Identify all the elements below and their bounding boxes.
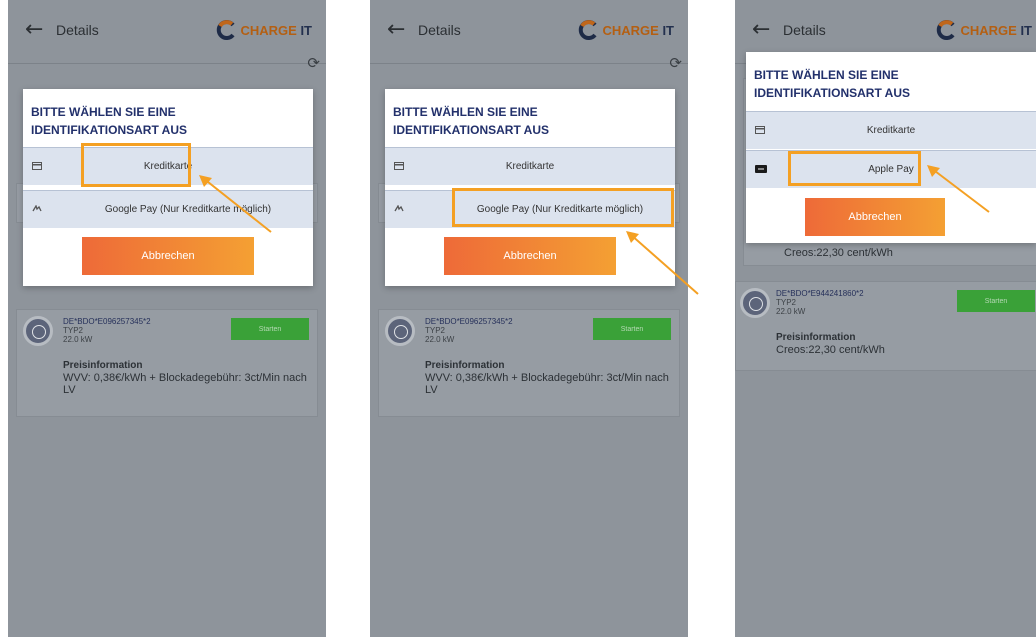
station-card: DE*BDO*E096257345*2 TYP2 22.0 kW Starten… [16,309,318,417]
tutorial-composite: ← Details CHARGE IT ⟳ DE*BDO*E096257345*… [0,0,1036,637]
connector-type: TYP2 [63,326,84,335]
highlight-box [452,188,674,227]
arrow-left-icon[interactable]: ← [387,19,405,41]
google-pay-icon [394,205,404,212]
price-value: Creos:22,30 cent/kWh [784,247,893,259]
price-label: Preisinformation [776,332,856,343]
station-power: 22.0 kW [425,335,455,344]
option-credit-card[interactable]: Kreditkarte [385,147,675,185]
connector-type: TYP2 [425,326,446,335]
refresh-icon[interactable]: ⟳ [669,54,682,72]
price-value: Creos:22,30 cent/kWh [776,344,885,356]
pointer-arrow [199,175,272,233]
logo-text: CHARGE [602,22,659,38]
phone-screen-2: ← Details CHARGE IT ⟳ DE*BDO*E096257345*… [370,0,688,637]
charge-it-logo: CHARGE IT [216,19,312,41]
station-avatar [740,288,770,318]
price-value: WVV: 0,38€/kWh + Blockadegebühr: 3ct/Min… [425,372,669,396]
start-button[interactable]: Starten [957,290,1035,312]
phone-screen-1: ← Details CHARGE IT ⟳ DE*BDO*E096257345*… [8,0,326,637]
station-card: DE*BDO*E096257345*2 TYP2 22.0 kW Starten… [378,309,680,417]
highlight-box [81,143,191,187]
charge-it-logo: CHARGE IT [936,19,1032,41]
charge-it-logo-icon [217,20,236,40]
charge-it-logo-icon [579,20,598,40]
option-credit-card[interactable]: Kreditkarte [746,111,1036,149]
dialog-title: BITTE WÄHLEN SIE EINE IDENTIFIKATIONSART… [393,105,549,137]
price-label: Preisinformation [425,360,505,371]
logo-text: CHARGE [960,22,1017,38]
page-title: Details [418,22,461,38]
charge-it-logo-icon [937,20,956,40]
arrow-left-icon[interactable]: ← [25,19,43,41]
station-avatar [23,316,53,346]
logo-text: CHARGE [240,22,297,38]
connector-type: TYP2 [776,298,797,307]
pointer-arrow [927,165,990,213]
price-label: Preisinformation [63,360,143,371]
station-id: DE*BDO*E096257345*2 [425,317,513,326]
dialog-title: BITTE WÄHLEN SIE EINE IDENTIFIKATIONSART… [754,68,910,100]
station-power: 22.0 kW [63,335,93,344]
app-header: ← Details CHARGE IT ⟳ [370,0,688,72]
app-header: ← Details CHARGE IT ⟳ [8,0,326,72]
page-title: Details [56,22,99,38]
refresh-icon[interactable]: ⟳ [307,54,320,72]
station-card: DE*BDO*E944241860*2 TYP2 22.0 kW Starten… [735,281,1036,371]
arrow-left-icon[interactable]: ← [752,19,770,41]
google-pay-icon [32,205,42,212]
phone-screen-3: ← Details CHARGE IT Creos:22,30 cent/kWh… [735,0,1036,637]
pointer-arrow [626,231,699,295]
option-label: Google Pay (Nur Kreditkarte möglich) [104,204,272,215]
price-value: WVV: 0,38€/kWh + Blockadegebühr: 3ct/Min… [63,372,307,396]
page-title: Details [783,22,826,38]
start-button[interactable]: Starten [593,318,671,340]
cancel-button[interactable]: Abbrechen [444,237,616,275]
logo-suffix: IT [1020,22,1032,38]
station-id: DE*BDO*E096257345*2 [63,317,151,326]
station-power: 22.0 kW [776,307,806,316]
station-avatar [385,316,415,346]
dialog-title: BITTE WÄHLEN SIE EINE IDENTIFIKATIONSART… [31,105,187,137]
cancel-button[interactable]: Abbrechen [82,237,254,275]
station-id: DE*BDO*E944241860*2 [776,289,864,298]
start-button[interactable]: Starten [231,318,309,340]
highlight-box [788,151,921,186]
option-label: Kreditkarte [505,161,555,172]
charge-it-logo: CHARGE IT [578,19,674,41]
logo-suffix: IT [300,22,312,38]
logo-suffix: IT [662,22,674,38]
option-label: Kreditkarte [866,125,916,136]
